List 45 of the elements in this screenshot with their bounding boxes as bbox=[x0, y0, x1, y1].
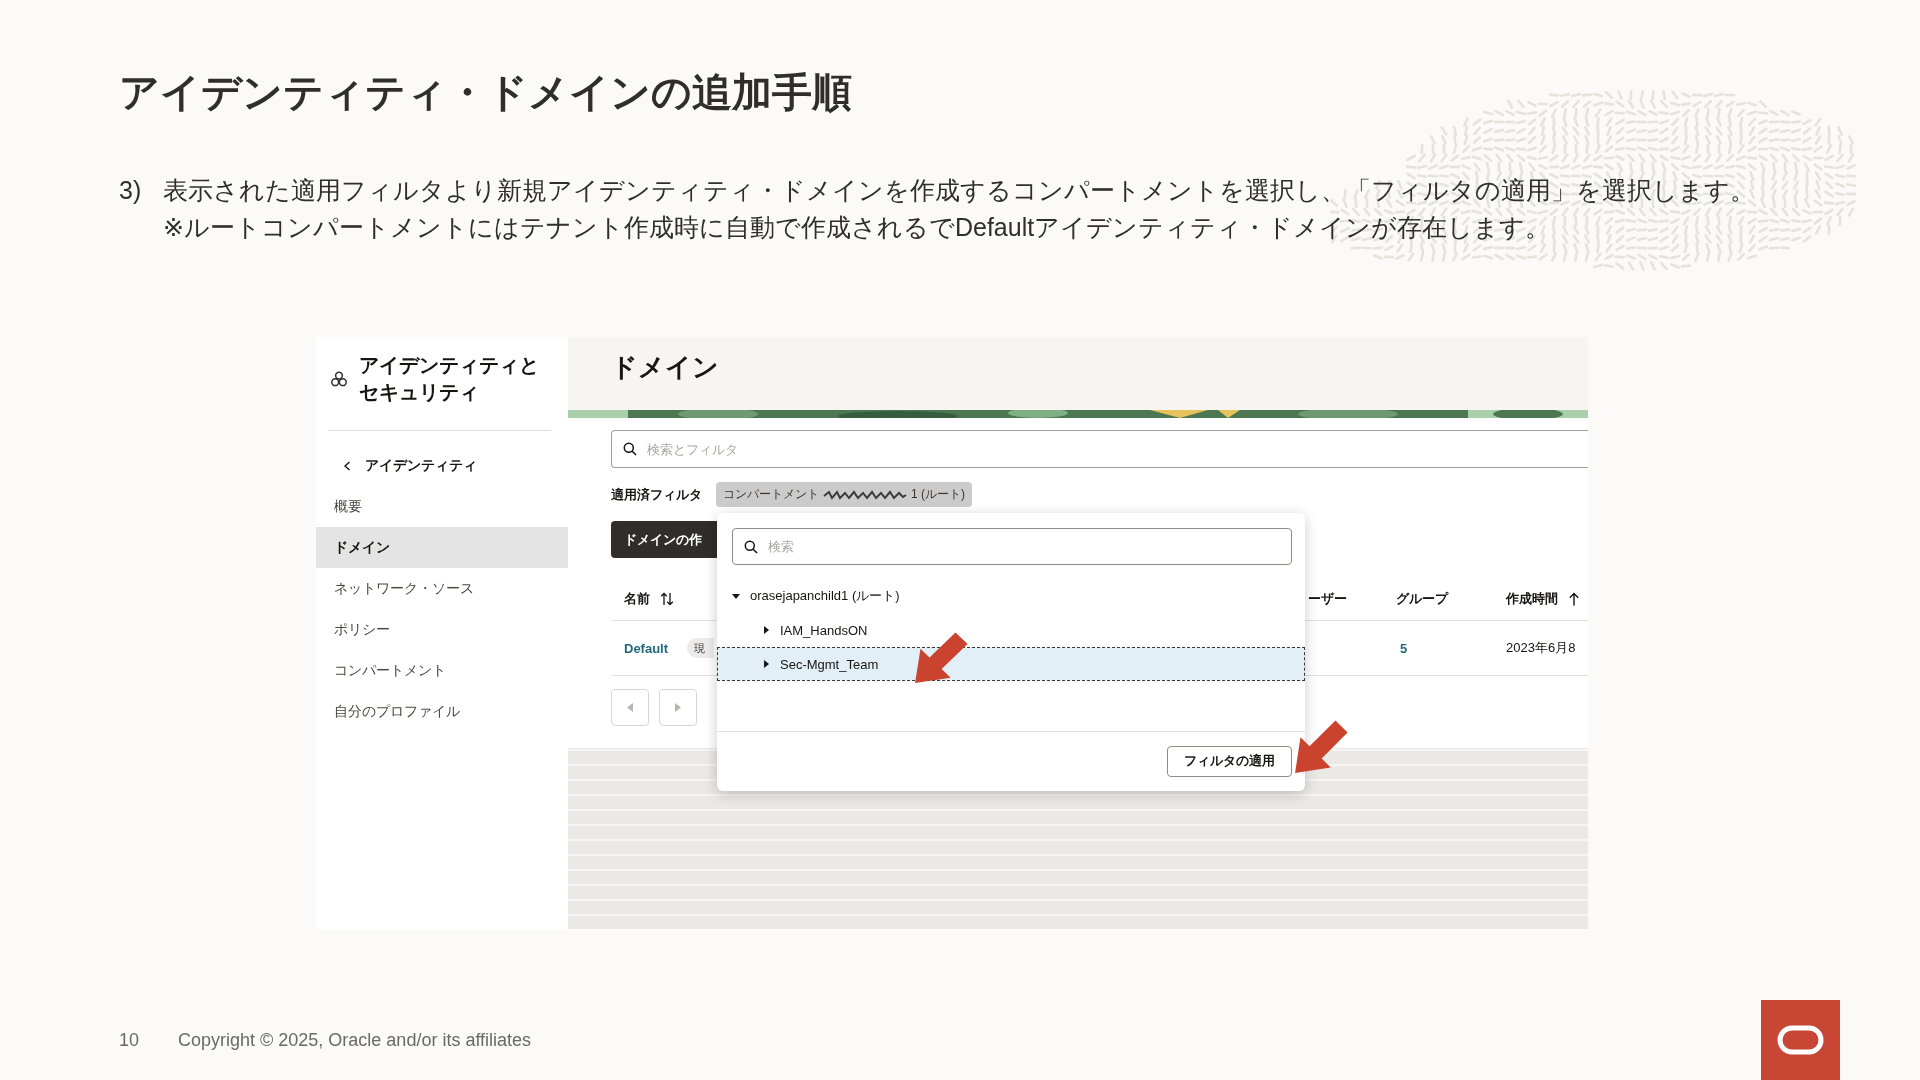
column-header[interactable]: 作成時間 bbox=[1506, 578, 1580, 620]
sidebar-item[interactable]: コンパートメント bbox=[316, 650, 568, 691]
create-domain-button[interactable]: ドメインの作 bbox=[611, 521, 717, 558]
search-field[interactable]: 検索 bbox=[732, 528, 1292, 565]
sidebar-item[interactable]: 概要 bbox=[316, 486, 568, 527]
previous-page-button[interactable] bbox=[611, 689, 649, 726]
sidebar-title: アイデンティティとセキュリティ bbox=[359, 353, 540, 405]
slide-title: アイデンティティ・ドメインの追加手順 bbox=[119, 69, 852, 116]
filter-chip[interactable]: コンパートメント 1 (ルート) bbox=[716, 482, 972, 507]
next-page-button[interactable] bbox=[659, 689, 697, 726]
annotation-arrow bbox=[914, 632, 968, 684]
domain-name-link[interactable]: Default bbox=[624, 640, 669, 656]
sidebar-item[interactable]: ポリシー bbox=[316, 609, 568, 650]
instruction-text: ※ルートコンパートメントにはテナント作成時に自動で作成されるでDefaultアイデンティティ・ドメインが存在します。 bbox=[163, 212, 1552, 243]
column-header[interactable]: ーザー bbox=[1308, 578, 1347, 620]
page-number: 10 bbox=[119, 1029, 141, 1051]
search-input[interactable]: 検索 bbox=[768, 539, 1291, 554]
tree-item[interactable]: Sec-Mgmt_Team bbox=[717, 647, 1305, 681]
caret-right-icon bbox=[675, 703, 681, 712]
status-badge: 現 bbox=[687, 638, 715, 658]
copyright-text: Copyright © 2025, Oracle and/or its affiliates bbox=[178, 1029, 532, 1051]
caret-left-icon bbox=[627, 703, 633, 712]
page-title: ドメイン bbox=[611, 351, 719, 384]
sidebar-item[interactable]: ネットワーク・ソース bbox=[316, 568, 568, 609]
group-count-link[interactable]: 5 bbox=[1400, 640, 1408, 656]
instruction-text: 表示された適用フィルタより新規アイデンティティ・ドメインを作成するコンパートメントを選択し、「フィルタの適用」を選択します。 bbox=[163, 175, 1755, 206]
search-input[interactable]: 検索とフィルタ bbox=[647, 441, 1588, 457]
search-icon bbox=[744, 539, 758, 554]
apply-filter-button[interactable]: フィルタの適用 bbox=[1167, 746, 1292, 777]
tree-item[interactable]: IAM_HandsON bbox=[717, 613, 1305, 647]
sidebar-item[interactable]: ドメイン bbox=[316, 527, 568, 568]
search-icon bbox=[623, 442, 637, 456]
tree-item[interactable]: orasejapanchild1 (ルート) bbox=[717, 579, 1305, 613]
back-link[interactable]: アイデンティティ bbox=[316, 445, 568, 486]
chevron-left-icon bbox=[343, 460, 351, 471]
annotation-arrow bbox=[1294, 720, 1348, 774]
scribble-icon bbox=[823, 489, 907, 500]
search-field[interactable]: 検索とフィルタ bbox=[611, 430, 1588, 468]
column-header[interactable]: グループ bbox=[1396, 578, 1448, 620]
column-header[interactable]: 名前 bbox=[624, 578, 674, 620]
filter-label: 適用済フィルタ bbox=[611, 485, 702, 504]
table-cell: 2023年6月8 bbox=[1506, 639, 1576, 657]
step-number: 3) bbox=[119, 175, 143, 206]
sidebar-item[interactable]: 自分のプロファイル bbox=[316, 691, 568, 732]
three-circles-icon bbox=[331, 371, 347, 387]
